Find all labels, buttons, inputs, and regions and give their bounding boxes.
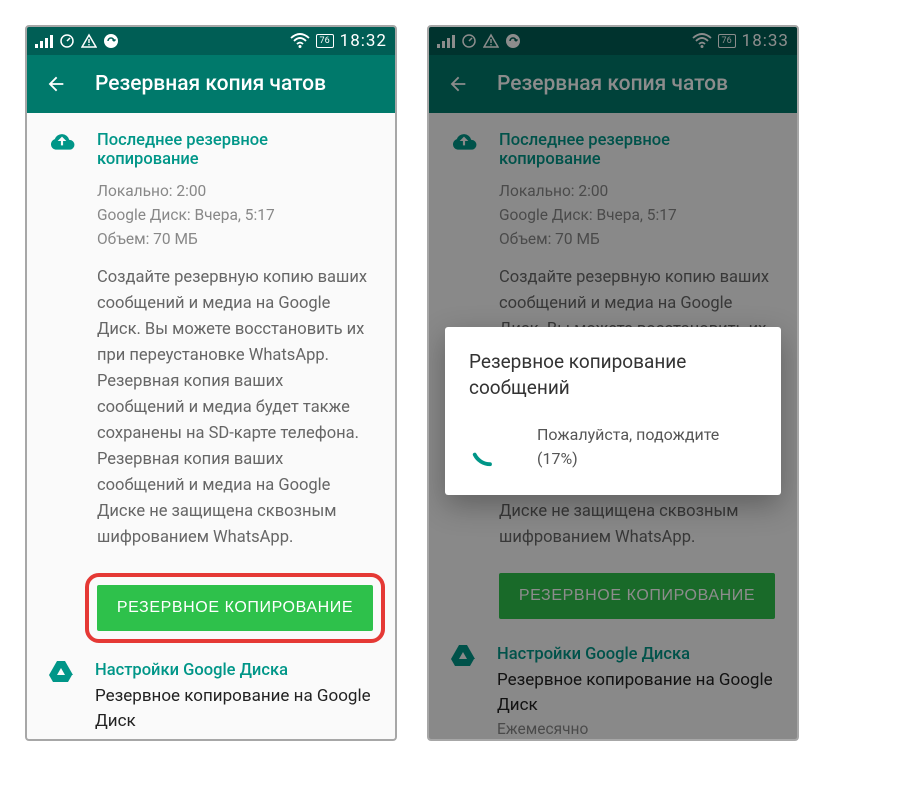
app-bar: Резервная копия чатов	[27, 55, 395, 113]
warning-icon	[81, 33, 97, 49]
phone-screenshot-left: 76 18:32 Резервная копия чатов Последнее…	[25, 25, 397, 741]
dialog-message: Пожалуйста, подождите (17%)	[537, 423, 757, 471]
phone-screenshot-right: 76 18:33 Резервная копия чатов Последнее…	[427, 25, 799, 741]
local-backup-line: Локально: 2:00	[97, 179, 373, 203]
wifi-icon	[290, 33, 310, 49]
gdrive-heading: Настройки Google Диска	[95, 661, 373, 680]
last-backup-title: Последнее резервное копирование	[97, 131, 373, 169]
last-backup-section: Последнее резервное копирование Локально…	[27, 113, 395, 657]
backup-to-drive-item[interactable]: Резервное копирование на Google Диск	[95, 684, 373, 734]
page-title: Резервная копия чатов	[95, 72, 326, 96]
clock-text: 18:32	[340, 31, 387, 51]
status-bar: 76 18:32	[27, 27, 395, 55]
sync-icon	[103, 33, 119, 49]
backup-progress-dialog: Резервное копирование сообщений Пожалуйс…	[445, 327, 781, 495]
dialog-title: Резервное копирование сообщений	[469, 349, 757, 401]
spinner-icon	[469, 426, 511, 468]
battery-icon: 76	[316, 34, 334, 48]
back-icon[interactable]	[45, 73, 67, 95]
backup-button[interactable]: РЕЗЕРВНОЕ КОПИРОВАНИЕ	[97, 585, 373, 631]
gdrive-settings-section: Настройки Google Диска Резервное копиров…	[27, 657, 395, 741]
signal-icon	[35, 34, 53, 48]
gauge-icon	[59, 33, 75, 49]
backup-description: Создайте резервную копию ваших сообщений…	[97, 265, 373, 551]
backup-frequency: Ежемесячно	[95, 736, 373, 741]
google-drive-icon	[49, 661, 73, 683]
cloud-upload-icon	[49, 131, 75, 151]
size-line: Объем: 70 МБ	[97, 227, 373, 251]
drive-backup-line: Google Диск: Вчера, 5:17	[97, 203, 373, 227]
highlight-frame: РЕЗЕРВНОЕ КОПИРОВАНИЕ	[85, 573, 385, 643]
